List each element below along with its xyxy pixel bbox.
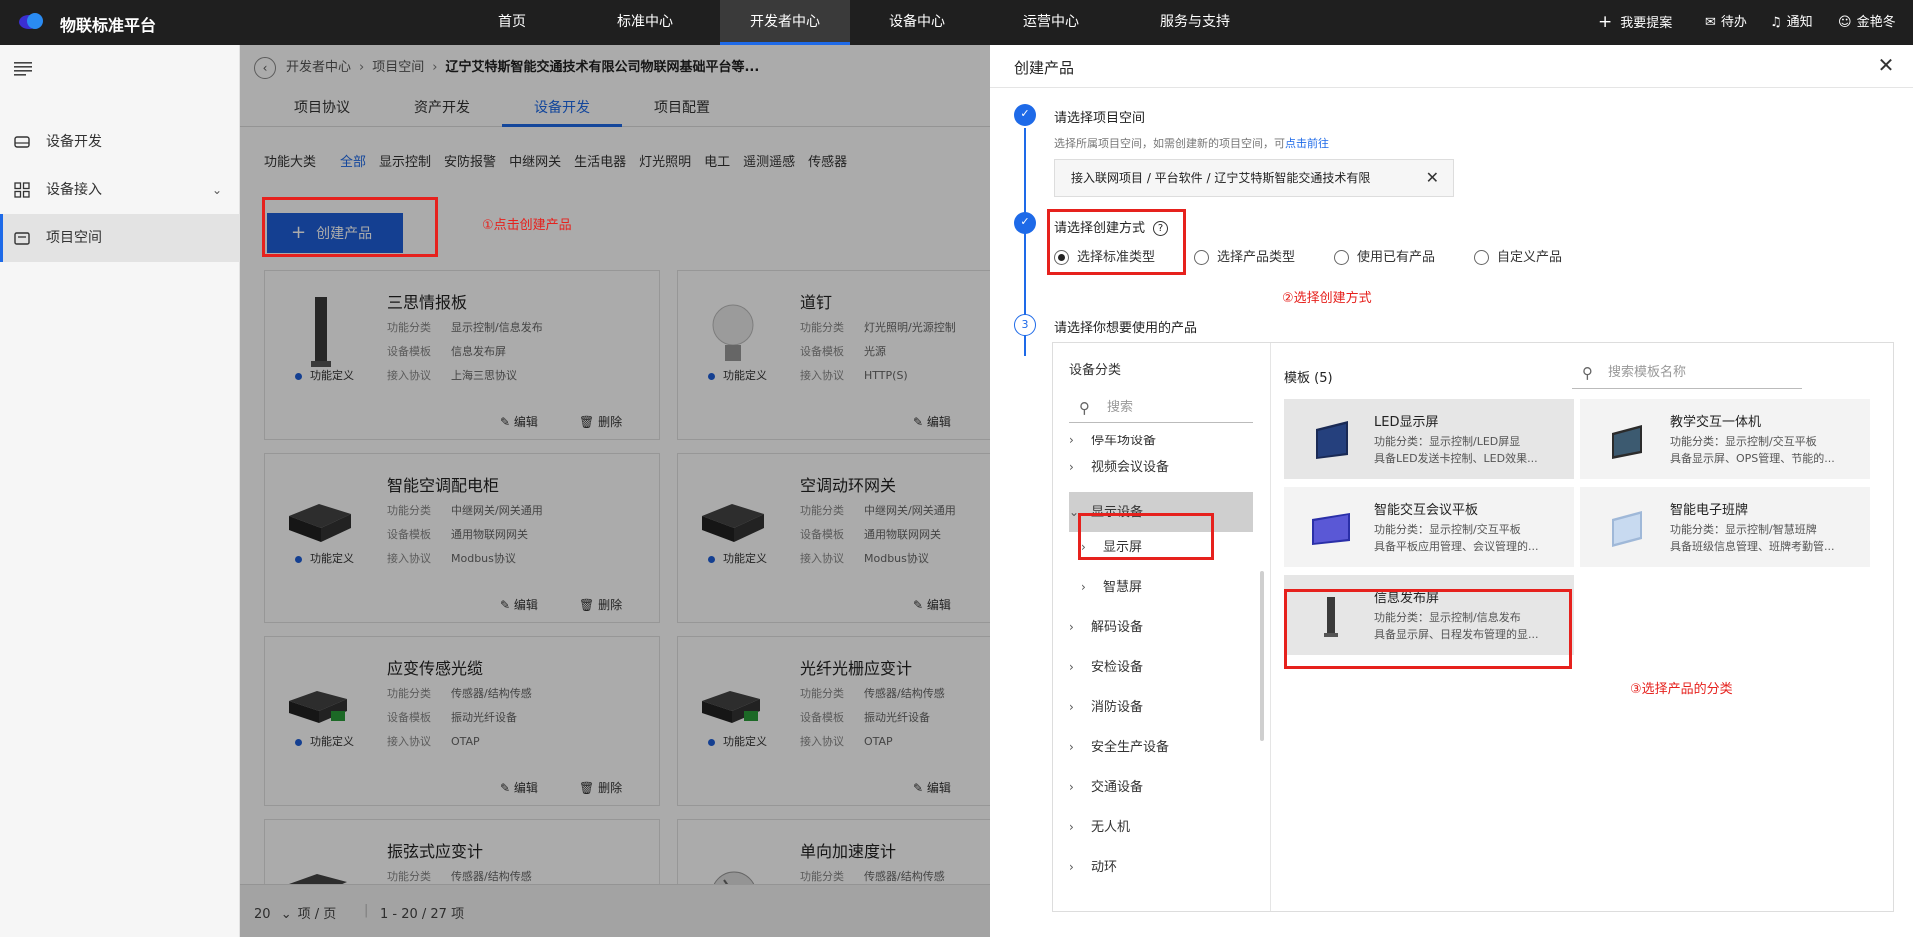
led-screen-image (1316, 421, 1348, 459)
annotation-box-method (1047, 209, 1186, 275)
template-card[interactable]: 智能交互会议平板 功能分类：显示控制/交互平板 具备平板应用管理、会议管理的..… (1284, 487, 1574, 567)
tree-item[interactable]: › 动环 (1069, 852, 1253, 882)
tree-item[interactable]: › 停车场设备 (1069, 435, 1253, 451)
tree-item[interactable]: › 安检设备 (1069, 652, 1253, 682)
brand-name[interactable]: 物联标准平台 (60, 12, 156, 36)
tree-item[interactable]: › 安全生产设备 (1069, 732, 1253, 762)
menu-toggle-icon[interactable] (14, 62, 32, 76)
folder-icon (14, 232, 30, 245)
tree-scrollbar[interactable] (1260, 571, 1264, 741)
template-card[interactable]: LED显示屏 功能分类：显示控制/LED屏显 具备LED发送卡控制、LED效果.… (1284, 399, 1574, 479)
sidebar-item-project-space[interactable]: 项目空间 (0, 214, 240, 262)
device-icon (14, 136, 30, 148)
close-icon[interactable]: ✕ (1875, 55, 1897, 77)
top-nav: 物联标准平台 首页 标准中心 开发者中心 设备中心 运营中心 服务与支持 + 我要… (0, 0, 1913, 45)
radio-custom-product[interactable]: 自定义产品 (1474, 246, 1562, 265)
user-menu[interactable]: ☺ 金艳冬 (1838, 0, 1896, 45)
tree-item[interactable]: › 解码设备 (1069, 612, 1253, 642)
sidebar: 设备开发 设备接入 ⌄ 项目空间 (0, 45, 240, 937)
clipboard-icon: ✉ (1705, 15, 1716, 30)
annotation-step1: ①点击创建产品 (482, 218, 572, 233)
nav-support[interactable]: 服务与支持 (1140, 0, 1250, 45)
notification-button[interactable]: ♫ 通知 (1770, 0, 1813, 45)
modal-backdrop[interactable] (240, 45, 990, 937)
template-search-input[interactable]: ⚲ 搜索模板名称 (1572, 357, 1802, 389)
drawer-title: 创建产品 (1014, 59, 1075, 77)
brand-logo-icon (19, 13, 43, 29)
template-card[interactable]: 智能电子班牌 功能分类：显示控制/智慧班牌 具备班级信息管理、班牌考勤管... (1580, 487, 1870, 567)
nav-operations[interactable]: 运营中心 (1006, 0, 1096, 45)
go-link[interactable]: 点击前往 (1285, 137, 1329, 150)
category-search-input[interactable]: ⚲ 搜索 (1069, 393, 1253, 423)
step-1-check-icon: ✓ (1014, 104, 1036, 126)
tree-item[interactable]: › 消防设备 (1069, 692, 1253, 722)
category-tree-title: 设备分类 (1069, 363, 1122, 378)
step-3-number: 3 (1014, 314, 1036, 336)
annotation-step2: ②选择创建方式 (1282, 291, 1372, 306)
template-card[interactable]: 教学交互一体机 功能分类：显示控制/交互平板 具备显示屏、OPS管理、节能的..… (1580, 399, 1870, 479)
bell-icon: ♫ (1770, 15, 1782, 30)
category-tree-pane: 设备分类 ⚲ 搜索 › 停车场设备 › 视频会议设备 ⌄ 显示设备 › 显示屏 › 智慧屏 … (1053, 343, 1271, 911)
close-icon[interactable]: ✕ (1426, 160, 1439, 196)
chevron-down-icon: ⌄ (212, 183, 223, 197)
annotation-step3: ③选择产品的分类 (1630, 682, 1733, 697)
user-icon: ☺ (1838, 15, 1852, 30)
tree-item[interactable]: › 视频会议设备 (1069, 452, 1253, 482)
nav-home[interactable]: 首页 (480, 0, 544, 45)
propose-button[interactable]: + 我要提案 (1598, 0, 1672, 45)
annotation-box-create (262, 197, 438, 257)
nav-devices[interactable]: 设备中心 (872, 0, 962, 45)
nav-standards[interactable]: 标准中心 (600, 0, 690, 45)
tree-item[interactable]: › 无人机 (1069, 812, 1253, 842)
tree-item[interactable]: › 智慧屏 (1081, 572, 1265, 602)
step-3-title: 请选择你想要使用的产品 (1054, 321, 1198, 336)
search-icon: ⚲ (1582, 364, 1593, 382)
project-space-chip[interactable]: 接入联网项目 / 平台软件 / 辽宁艾特斯智能交通技术有限 ✕ (1054, 159, 1454, 197)
interactive-panel-image (1612, 425, 1642, 459)
create-product-drawer: 创建产品 ✕ ✓ 请选择项目空间 选择所属项目空间，如需创建新的项目空间，可点击… (990, 45, 1913, 937)
sidebar-item-device-dev[interactable]: 设备开发 (0, 118, 240, 166)
class-board-image (1612, 511, 1642, 547)
search-icon: ⚲ (1079, 399, 1090, 417)
step-1-title: 请选择项目空间 (1054, 111, 1146, 126)
todo-button[interactable]: ✉ 待办 (1705, 0, 1747, 45)
annotation-box-category (1078, 513, 1214, 560)
nav-developer[interactable]: 开发者中心 (720, 0, 850, 45)
tree-item[interactable]: › 交通设备 (1069, 772, 1253, 802)
annotation-box-template (1284, 589, 1572, 669)
grid-icon (14, 182, 30, 198)
plus-icon: + (1598, 12, 1613, 32)
radio-existing-product[interactable]: 使用已有产品 (1334, 246, 1435, 265)
step-2-check-icon: ✓ (1014, 212, 1036, 234)
step-1-desc: 选择所属项目空间，如需创建新的项目空间，可点击前往 (1054, 137, 1329, 150)
radio-product-type[interactable]: 选择产品类型 (1194, 246, 1295, 265)
meeting-panel-image (1312, 513, 1350, 545)
template-count: 模板 (5) (1284, 371, 1333, 386)
sidebar-item-device-access[interactable]: 设备接入 ⌄ (0, 166, 240, 214)
